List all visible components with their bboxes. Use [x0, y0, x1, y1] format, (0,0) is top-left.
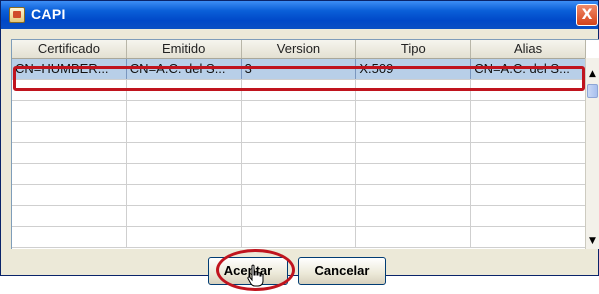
table-cell[interactable]: [356, 164, 472, 184]
table-cell[interactable]: [127, 227, 242, 247]
table-cell[interactable]: [12, 101, 127, 121]
table-cell[interactable]: [127, 143, 242, 163]
table-cell[interactable]: [242, 185, 357, 205]
table-cell[interactable]: [471, 185, 586, 205]
table-cell[interactable]: [356, 122, 472, 142]
table-cell[interactable]: [356, 143, 472, 163]
table-cell[interactable]: [471, 101, 586, 121]
table-cell[interactable]: [12, 164, 127, 184]
table-cell[interactable]: [471, 206, 586, 226]
row-highlight-annotation: [13, 66, 585, 91]
table-row[interactable]: [12, 101, 586, 122]
table-cell[interactable]: [12, 227, 127, 247]
table-cell[interactable]: [356, 227, 472, 247]
column-header-emitido[interactable]: Emitido: [127, 40, 242, 58]
window-title: CAPI: [31, 6, 66, 22]
table-cell[interactable]: [12, 122, 127, 142]
table-cell[interactable]: [127, 206, 242, 226]
table-row[interactable]: [12, 164, 586, 185]
table-cell[interactable]: [242, 206, 357, 226]
table-cell[interactable]: [12, 185, 127, 205]
capi-app-icon: [9, 7, 25, 23]
table-cell[interactable]: [127, 164, 242, 184]
table-cell[interactable]: [356, 206, 472, 226]
scroll-thumb[interactable]: [587, 84, 598, 98]
table-cell[interactable]: [471, 122, 586, 142]
table-cell[interactable]: [127, 101, 242, 121]
capi-window: CAPI X Certificado Emitido Version Tipo …: [0, 0, 599, 285]
table-cell[interactable]: [242, 227, 357, 247]
table-cell[interactable]: [242, 164, 357, 184]
table-cell[interactable]: [242, 143, 357, 163]
column-header-tipo[interactable]: Tipo: [356, 40, 472, 58]
title-bar[interactable]: CAPI X: [1, 1, 598, 29]
scroll-up-icon[interactable]: ▲: [586, 66, 599, 82]
column-header-alias[interactable]: Alias: [471, 40, 586, 58]
table-cell[interactable]: [242, 101, 357, 121]
table-cell[interactable]: [242, 122, 357, 142]
column-header-certificado[interactable]: Certificado: [12, 40, 127, 58]
table-cell[interactable]: [471, 227, 586, 247]
table-cell[interactable]: [127, 122, 242, 142]
table-row[interactable]: [12, 122, 586, 143]
table-row[interactable]: [12, 227, 586, 248]
table-cell[interactable]: [356, 101, 472, 121]
vertical-scrollbar[interactable]: ▲ ▼: [585, 58, 599, 249]
cancel-button[interactable]: Cancelar: [298, 257, 386, 285]
table-cell[interactable]: [127, 185, 242, 205]
table-cell[interactable]: [471, 164, 586, 184]
table-cell[interactable]: [471, 143, 586, 163]
table-row[interactable]: [12, 143, 586, 164]
close-button[interactable]: X: [576, 4, 598, 26]
scroll-down-icon[interactable]: ▼: [586, 233, 599, 249]
column-header-version[interactable]: Version: [242, 40, 357, 58]
table-cell[interactable]: [12, 143, 127, 163]
table-row[interactable]: [12, 206, 586, 227]
table-row[interactable]: [12, 185, 586, 206]
hand-pointer-icon: [247, 264, 264, 287]
table-header: Certificado Emitido Version Tipo Alias: [12, 40, 586, 59]
table-cell[interactable]: [12, 206, 127, 226]
table-cell[interactable]: [356, 185, 472, 205]
